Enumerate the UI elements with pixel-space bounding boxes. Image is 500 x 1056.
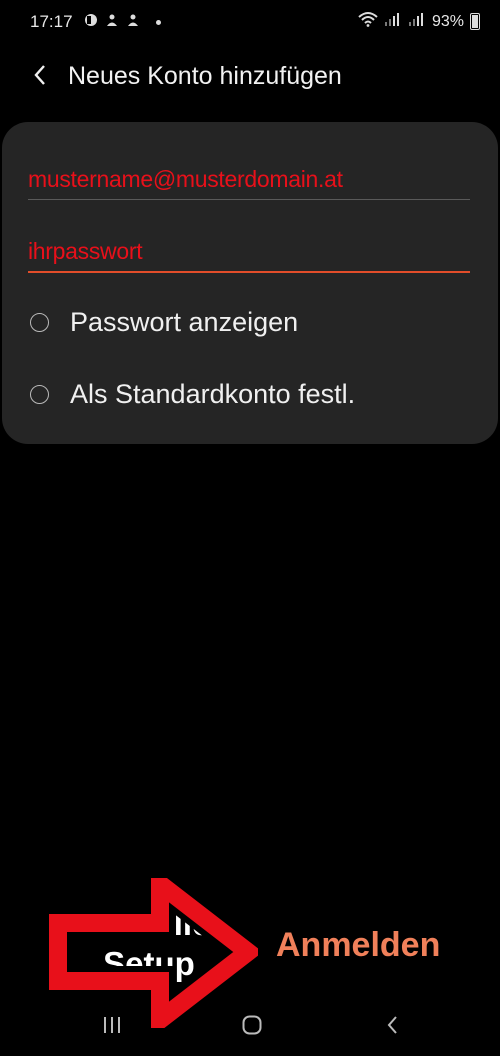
home-button[interactable] bbox=[241, 1014, 263, 1041]
page-title: Neues Konto hinzufügen bbox=[68, 62, 342, 90]
show-password-option[interactable]: Passwort anzeigen bbox=[30, 307, 298, 338]
default-account-label: Als Standardkonto festl. bbox=[70, 379, 356, 409]
recent-apps-button[interactable] bbox=[101, 1014, 123, 1041]
signal-icon bbox=[408, 11, 426, 32]
app-header: Neues Konto hinzufügen bbox=[0, 50, 500, 102]
battery-icon bbox=[470, 13, 480, 30]
show-password-label: Passwort anzeigen bbox=[70, 307, 299, 337]
app-notification-icon bbox=[105, 13, 119, 27]
password-underline bbox=[28, 271, 470, 273]
app-notification-icon bbox=[126, 13, 140, 27]
app-notification-icon bbox=[84, 13, 98, 27]
password-input[interactable]: ihrpasswort bbox=[28, 238, 470, 265]
default-account-option[interactable]: Als Standardkonto festl. bbox=[30, 379, 355, 410]
signal-icon bbox=[384, 11, 402, 32]
home-icon bbox=[242, 1015, 262, 1035]
login-button[interactable]: Anmelden bbox=[276, 926, 440, 965]
email-input[interactable]: mustername@musterdomain.at bbox=[28, 166, 470, 193]
email-underline bbox=[28, 199, 470, 200]
status-bar: 17:17 93% bbox=[0, 0, 500, 46]
nav-back-icon bbox=[387, 1016, 397, 1034]
status-time: 17:17 bbox=[30, 12, 73, 31]
more-notifications-dot bbox=[156, 20, 161, 25]
battery-percent: 93% bbox=[431, 12, 464, 30]
back-button[interactable] bbox=[26, 60, 56, 90]
password-field[interactable]: ihrpasswort bbox=[28, 238, 470, 273]
system-nav-bar bbox=[0, 996, 500, 1056]
recent-apps-icon bbox=[104, 1017, 120, 1033]
show-password-radio[interactable] bbox=[30, 313, 49, 332]
default-account-radio[interactable] bbox=[30, 385, 49, 404]
nav-back-button[interactable] bbox=[382, 1014, 404, 1041]
status-right: 93% bbox=[358, 11, 480, 32]
wifi-icon bbox=[358, 11, 378, 32]
back-arrow-icon bbox=[34, 65, 45, 85]
notification-icons bbox=[84, 13, 140, 27]
email-field[interactable]: mustername@musterdomain.at bbox=[28, 166, 470, 200]
